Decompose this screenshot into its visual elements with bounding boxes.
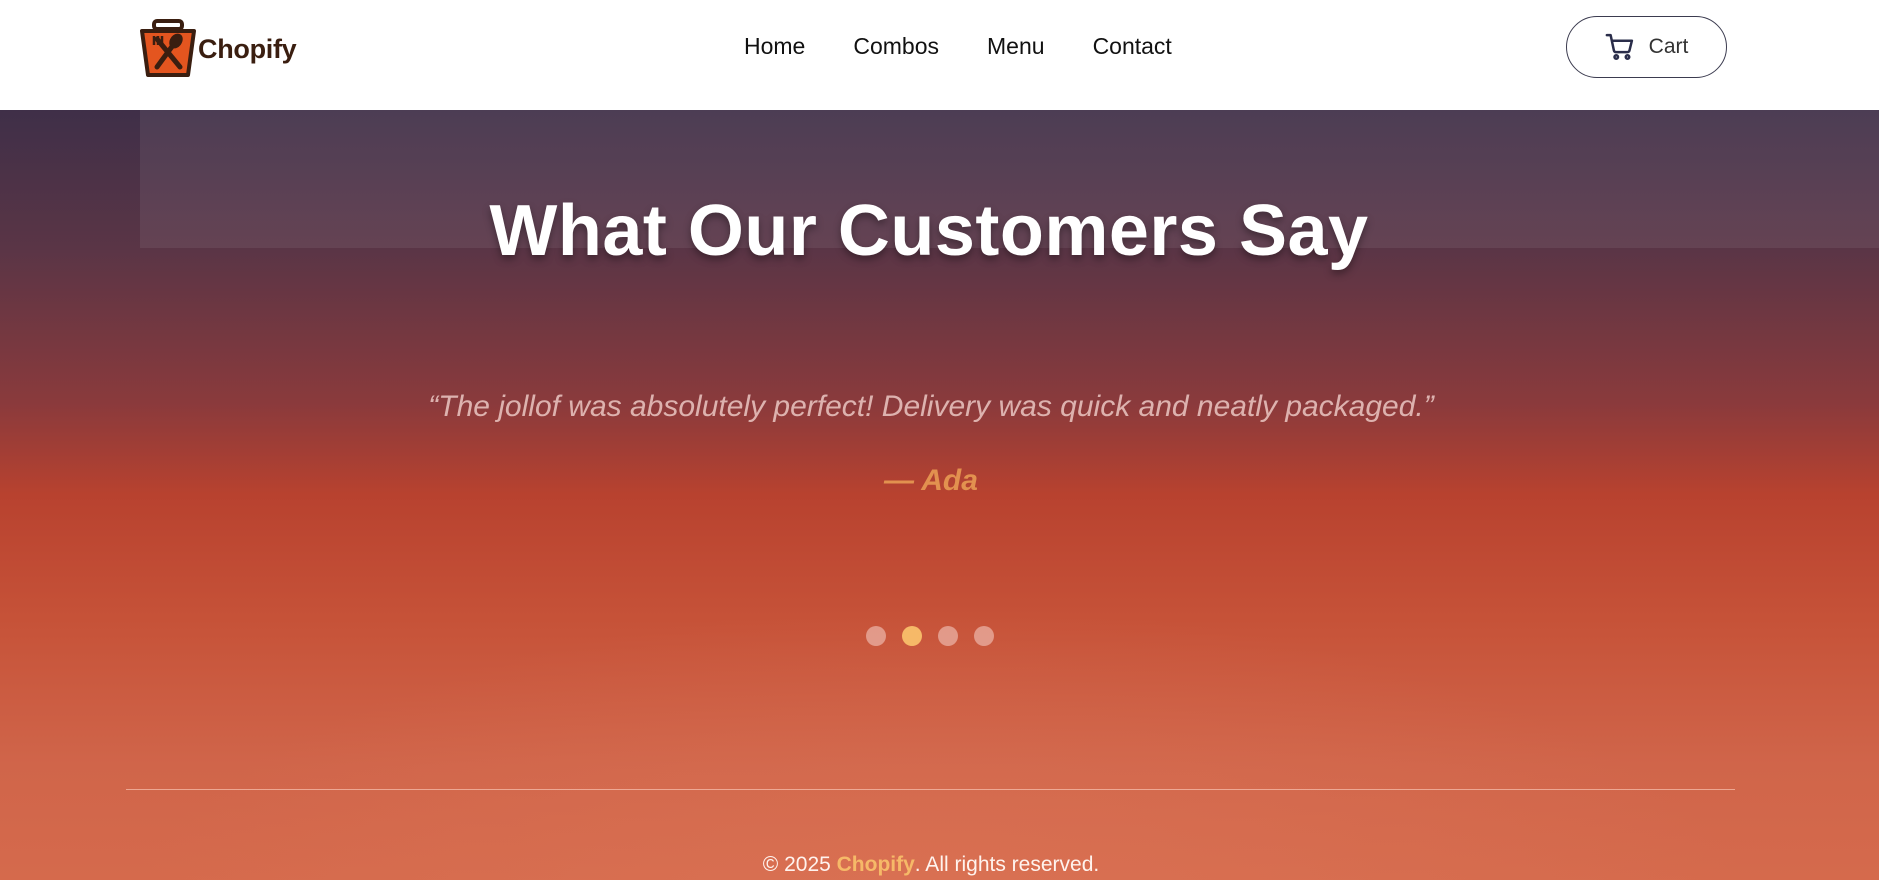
testimonial-quote: “The jollof was absolutely perfect! Deli… (428, 390, 1434, 423)
carousel-dot-3[interactable] (938, 626, 958, 646)
carousel-dots (866, 626, 994, 646)
carousel-dot-2[interactable] (902, 626, 922, 646)
main-nav: Home Combos Menu Contact (744, 30, 1220, 62)
logo-text: Chopify (198, 33, 297, 64)
copyright-suffix: . All rights reserved. (914, 853, 1100, 876)
section-title: What Our Customers Say (489, 191, 1369, 271)
food-bucket-logo-icon (140, 19, 196, 77)
testimonial-author: — Ada (884, 464, 978, 497)
site-header: Chopify Home Combos Menu Contact Cart (0, 0, 1879, 110)
nav-home[interactable]: Home (744, 30, 805, 62)
carousel-dot-4[interactable] (974, 626, 994, 646)
footer-brand[interactable]: Chopify (837, 853, 915, 876)
footer-divider (126, 789, 1735, 790)
nav-menu[interactable]: Menu (987, 30, 1045, 62)
nav-combos[interactable]: Combos (853, 30, 939, 62)
cart-button[interactable]: Cart (1566, 16, 1727, 78)
copyright-prefix: © 2025 (762, 853, 837, 876)
cart-label: Cart (1648, 35, 1689, 58)
nav-contact[interactable]: Contact (1093, 30, 1172, 62)
logo[interactable]: Chopify (138, 17, 297, 81)
shopping-cart-icon (1605, 33, 1633, 61)
site-footer: © 2025 Chopify. All rights reserved. (0, 853, 1862, 877)
carousel-dot-1[interactable] (866, 626, 886, 646)
